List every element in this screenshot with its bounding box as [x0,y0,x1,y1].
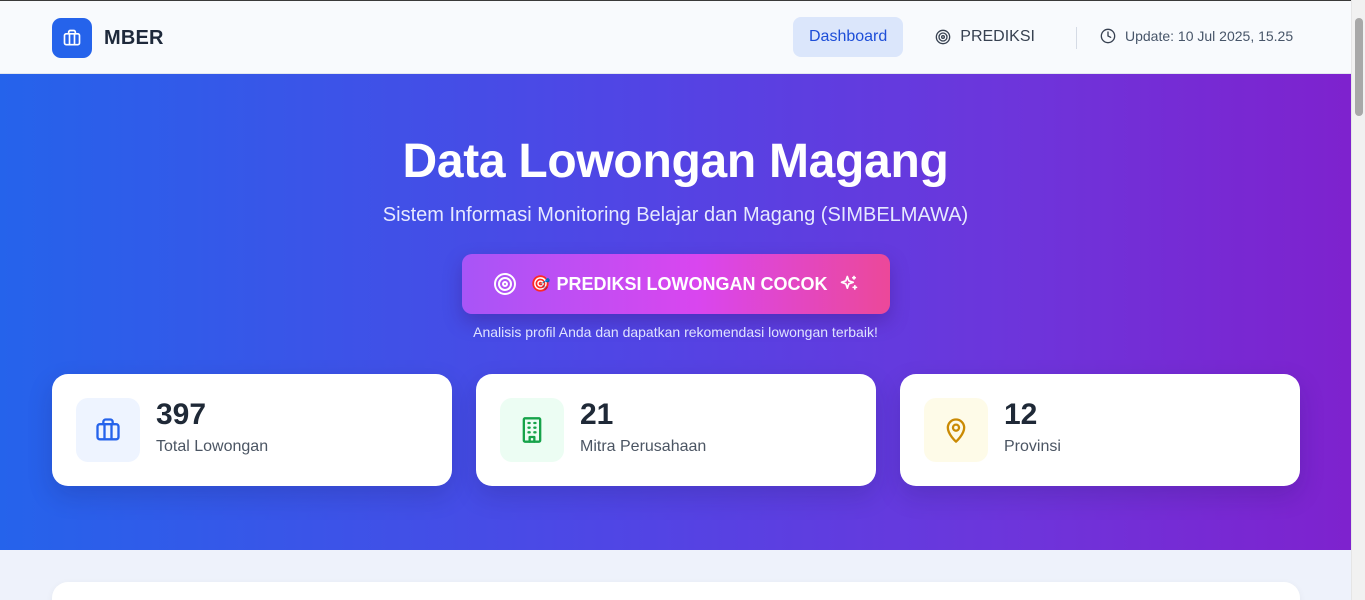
target-icon [493,272,517,296]
nav-dashboard[interactable]: Dashboard [793,17,904,57]
cta-note: Analisis profil Anda dan dapatkan rekome… [473,324,878,340]
map-pin-icon [924,398,988,462]
nav-prediksi[interactable]: PREDIKSI [919,17,1051,57]
briefcase-icon [52,18,92,58]
building-icon [500,398,564,462]
dart-emoji-icon: 🎯 [530,276,551,293]
briefcase-icon [76,398,140,462]
content-card [52,582,1300,600]
main-nav: Dashboard PREDIKSI [793,17,1051,57]
stat-label: Mitra Perusahaan [580,438,707,455]
stat-label: Provinsi [1004,438,1061,455]
page-title: Data Lowongan Magang [402,135,949,188]
predict-cta-button[interactable]: 🎯 PREDIKSI LOWONGAN COCOK [462,254,890,314]
brand-name: MBER [104,26,164,49]
page-subtitle: Sistem Informasi Monitoring Belajar dan … [382,204,969,226]
stat-value: 12 [1004,398,1038,431]
update-timestamp: Update: 10 Jul 2025, 15.25 [1100,28,1293,44]
stat-label: Total Lowongan [156,438,269,455]
stat-value: 21 [580,398,614,431]
page-scrollbar[interactable] [1351,0,1365,600]
nav-divider [1076,27,1077,49]
stat-card-total-lowongan: 397 Total Lowongan [52,374,452,486]
brand[interactable]: MBER [52,18,164,58]
nav-prediksi-label: PREDIKSI [960,28,1035,45]
hero-section: Data Lowongan Magang Sistem Informasi Mo… [0,74,1351,550]
stat-card-mitra-perusahaan: 21 Mitra Perusahaan [476,374,876,486]
clock-icon [1100,28,1116,44]
update-text: Update: 10 Jul 2025, 15.25 [1125,28,1294,44]
predict-cta-label: PREDIKSI LOWONGAN COCOK [556,273,828,294]
top-navbar: MBER Dashboard PREDIKSI Update: 10 Jul 2… [0,0,1351,74]
stat-card-provinsi: 12 Provinsi [900,374,1300,486]
stat-value: 397 [156,398,207,431]
scrollbar-thumb[interactable] [1355,18,1363,116]
target-icon [935,29,951,45]
sparkles-icon [839,274,859,294]
